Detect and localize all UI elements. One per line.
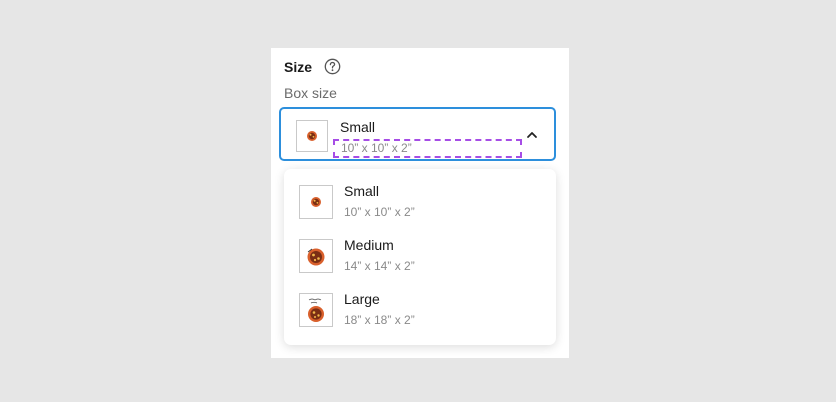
pizza-box-medium-thumbnail — [307, 248, 325, 266]
option-medium[interactable]: Medium 14” x 14” x 2” — [284, 223, 556, 275]
option-dimensions: 10” x 10” x 2” — [344, 205, 415, 219]
box-size-label: Box size — [284, 85, 337, 101]
option-thumbnail — [299, 239, 333, 273]
option-name: Large — [344, 291, 380, 307]
size-panel: Size Box size Small 10” x 10” x 2” Small… — [271, 48, 569, 358]
option-thumbnail — [299, 293, 333, 327]
box-size-select[interactable]: Small 10” x 10” x 2” — [279, 107, 556, 161]
selected-size-name: Small — [340, 119, 376, 135]
pizza-box-large-thumbnail — [308, 298, 324, 322]
selected-thumbnail — [296, 120, 328, 152]
option-small[interactable]: Small 10” x 10” x 2” — [284, 169, 556, 221]
chevron-up-icon[interactable] — [526, 128, 538, 140]
option-large[interactable]: Large 18” x 18” x 2” — [284, 277, 556, 329]
box-size-dropdown: Small 10” x 10” x 2” Medium 14” x 14” x … — [284, 169, 556, 345]
size-title: Size — [284, 58, 313, 75]
help-icon[interactable] — [324, 58, 341, 75]
pizza-box-small-thumbnail — [307, 131, 317, 141]
pizza-box-small-thumbnail — [311, 197, 321, 207]
option-dimensions: 18” x 18” x 2” — [344, 313, 415, 327]
option-dimensions: 14” x 14” x 2” — [344, 259, 415, 273]
option-name: Medium — [344, 237, 394, 253]
option-name: Small — [344, 183, 380, 199]
option-thumbnail — [299, 185, 333, 219]
selected-size-dimensions: 10” x 10” x 2” — [333, 139, 522, 158]
size-header: Size — [284, 58, 341, 75]
